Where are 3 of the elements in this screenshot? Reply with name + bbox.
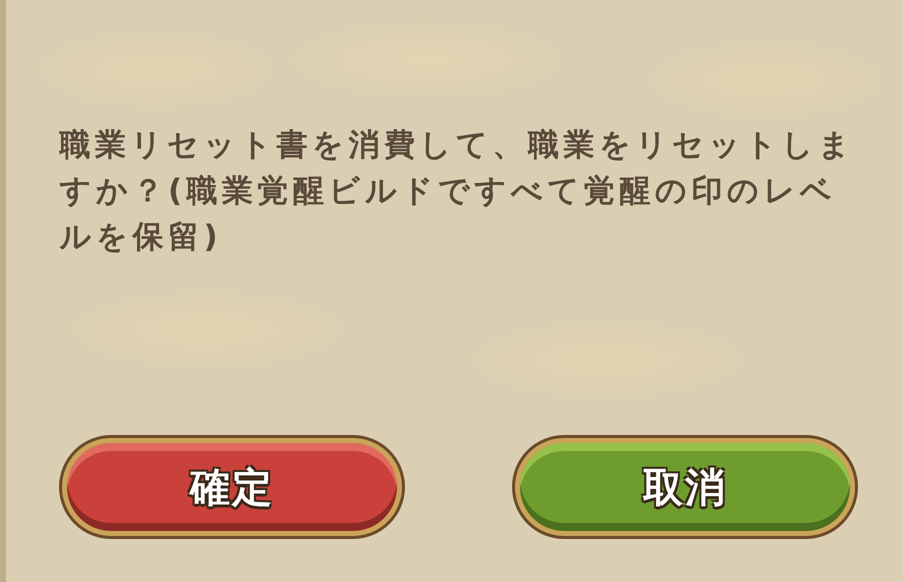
dialog-message: 職業リセット書を消費して、職業をリセットしますか？(職業覚醒ビルドですべて覚醒の印のレベルを保留): [60, 126, 856, 257]
cancel-button[interactable]: 取消: [515, 438, 855, 536]
confirm-button[interactable]: 確定: [62, 438, 402, 536]
